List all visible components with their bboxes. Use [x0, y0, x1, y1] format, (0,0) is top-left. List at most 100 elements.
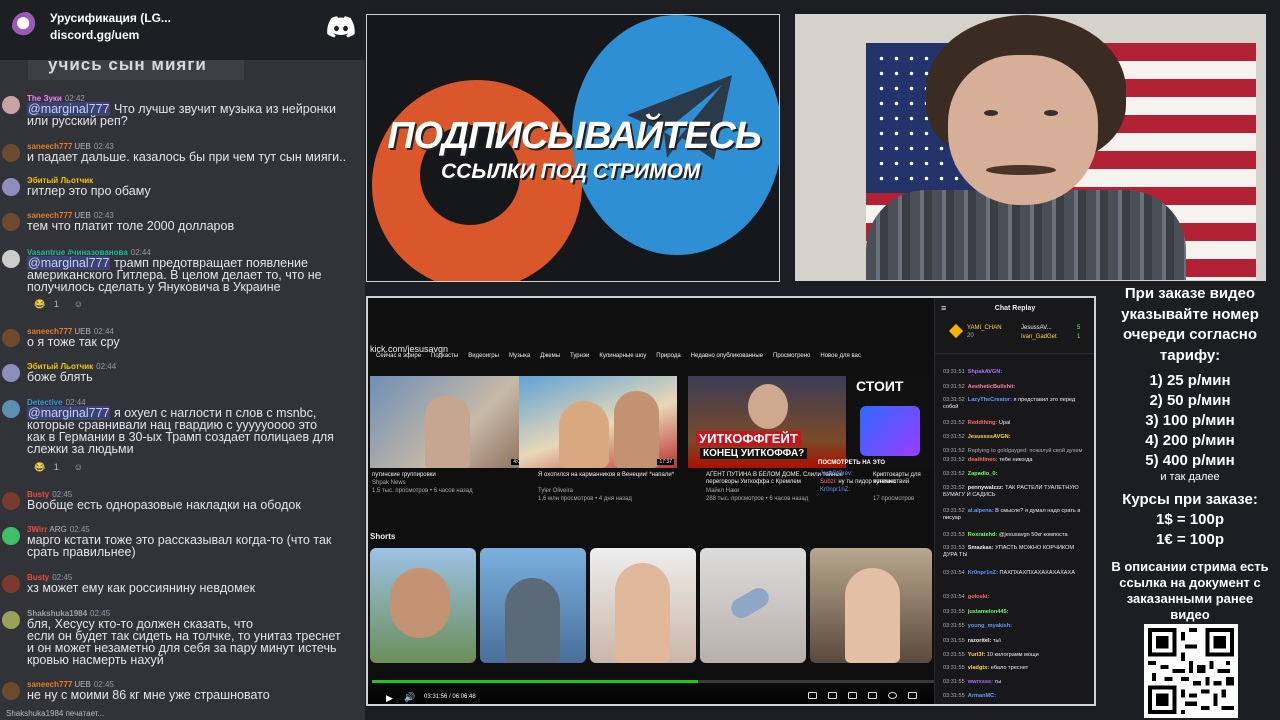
avatar	[2, 250, 20, 268]
person-figure	[845, 568, 900, 663]
more-icon[interactable]	[908, 692, 917, 699]
replay-user[interactable]: Replying to goldgayged:	[968, 448, 1028, 454]
add-reaction-icon[interactable]: ☺	[71, 462, 86, 473]
discord-logo-icon	[327, 16, 355, 38]
chip[interactable]: Новое для вас	[820, 353, 861, 359]
avatar	[2, 329, 20, 347]
replay-user[interactable]: AestheticBullshit:	[968, 384, 1016, 390]
invite-link[interactable]: discord.gg/uem	[50, 28, 139, 42]
replay-user[interactable]: vladgtx:	[968, 665, 989, 671]
replay-user[interactable]: ShpakAVGN:	[968, 369, 1002, 375]
discord-widget-header: Урусификация (LG... discord.gg/uem	[0, 0, 365, 60]
short-thumbnail[interactable]	[370, 548, 476, 663]
short-thumbnail[interactable]	[590, 548, 696, 663]
fullscreen-icon[interactable]	[868, 692, 877, 699]
chat-replay-title: Chat Replay	[994, 305, 1036, 312]
progress-bar[interactable]	[372, 680, 934, 683]
promo-title: ПОДПИСЫВАЙТЕСЬ	[387, 115, 762, 157]
replay-time: 03:31:51	[943, 369, 965, 375]
video-thumbnail[interactable]: УИТКОФФГЕЙТ КОНЕЦ УИТКОФФА?	[688, 376, 846, 468]
replay-time: 03:31:54	[943, 594, 965, 600]
replay-time: 03:31:53	[943, 532, 965, 538]
replay-user[interactable]: razoritel:	[968, 638, 992, 644]
short-thumbnail[interactable]	[700, 548, 806, 663]
replay-user[interactable]: al.alpena:	[968, 508, 994, 514]
chip[interactable]: Видеоигры	[468, 353, 499, 359]
chip[interactable]: Кулинарные шоу	[599, 353, 646, 359]
top-user[interactable]: YAMI_CHAN	[967, 325, 1002, 331]
chat-user: Subzi:	[820, 479, 837, 485]
avatar	[2, 611, 20, 629]
replay-user[interactable]: ArmanMC:	[968, 693, 996, 699]
person-figure	[748, 384, 788, 429]
replay-user[interactable]: Yuri3f:	[968, 652, 985, 658]
replay-message: 03:31:54 goloski:	[943, 594, 1089, 601]
tariff-item: 5) 400 р/мин	[1145, 452, 1235, 469]
server-name: Урусификация (LG...	[50, 11, 171, 25]
video-title[interactable]: путинские группировки	[372, 472, 532, 479]
chip[interactable]: Джемы	[540, 353, 560, 359]
play-icon[interactable]: ▶	[386, 693, 393, 704]
replay-time: 03:31:53	[943, 545, 965, 551]
replay-user[interactable]: pennywalzzz:	[968, 485, 1004, 491]
replay-time: 03:31:55	[943, 652, 965, 658]
channel-name[interactable]: Tyler Oliveira	[538, 488, 698, 495]
reaction-button[interactable]: 😂 1	[28, 299, 65, 310]
miniplayer-icon[interactable]	[828, 692, 837, 699]
top-user-value: 20	[967, 333, 974, 339]
tariff-item: 4) 200 р/мин	[1145, 432, 1235, 449]
replay-text: @jesusavgn 50кг компоста	[998, 532, 1068, 538]
video-thumbnail[interactable]: 4:05	[370, 376, 528, 468]
replay-message: 03:31:55 wwrxsss: ты	[943, 679, 1089, 686]
replay-user[interactable]: deathlineo:	[968, 457, 998, 463]
video-title[interactable]: Я охотился на карманников в Венеции! *на…	[538, 472, 678, 479]
top-user[interactable]: JesussAV...	[1021, 325, 1052, 331]
replay-time: 03:31:55	[943, 638, 965, 644]
chip[interactable]: Музыка	[509, 353, 530, 359]
theater-icon[interactable]	[848, 692, 857, 699]
video-meta: 1,5 тыс. просмотров • 6 часов назад	[372, 488, 473, 494]
settings-icon[interactable]	[888, 692, 897, 699]
person-figure	[615, 563, 670, 663]
chip[interactable]: Просмотрено	[773, 353, 810, 359]
replay-user[interactable]: wwrxsss:	[968, 679, 993, 685]
channel-name[interactable]: Shpak News	[372, 480, 532, 487]
replay-user[interactable]: Kr0npr1nZ:	[968, 570, 998, 576]
replay-user[interactable]: Zapadlo_0:	[968, 471, 998, 477]
replay-time: 03:31:52	[943, 397, 965, 403]
eye	[984, 110, 998, 116]
avatar	[2, 575, 20, 593]
short-thumbnail[interactable]	[810, 548, 932, 663]
chip[interactable]: Недавно опубликованные	[691, 353, 763, 359]
top-user-value: 1	[1077, 334, 1081, 340]
message-content: не ну с моими 86 кг мне уже страшновато	[27, 688, 270, 702]
chip[interactable]: Сейчас в эфире	[376, 353, 421, 359]
message-content: тем что платит толе 2000 долларов	[27, 219, 235, 233]
rate-eur: 1€ = 100р	[1156, 531, 1224, 548]
reaction-button[interactable]: 😂 1	[28, 462, 65, 473]
replay-user[interactable]: justamelon445:	[968, 609, 1009, 615]
replay-user[interactable]: LazyTheCreator:	[968, 397, 1012, 403]
replay-user[interactable]: JesussssAVGN:	[968, 434, 1011, 440]
replay-user[interactable]: Reddthing:	[968, 420, 998, 426]
replay-time: 03:31:55	[943, 609, 965, 615]
replay-user[interactable]: young_myakish:	[968, 623, 1012, 629]
volume-icon[interactable]: 🔊	[404, 692, 415, 703]
short-thumbnail[interactable]	[480, 548, 586, 663]
replay-text: 10 килограмм мощи	[986, 652, 1039, 658]
message-content: о я тоже так сру	[27, 335, 120, 349]
replay-user[interactable]: Roxratehd:	[968, 532, 998, 538]
chip[interactable]: Подкасты	[431, 353, 458, 359]
chip[interactable]: Природа	[656, 353, 680, 359]
replay-user[interactable]: Smazkas:	[968, 545, 994, 551]
chapters-icon[interactable]	[808, 692, 817, 699]
chip[interactable]: Турнэи	[570, 353, 589, 359]
reactions: 😂 1 ☺	[28, 299, 86, 310]
replay-user[interactable]: goloski:	[968, 594, 989, 600]
video-thumbnail[interactable]: СТОИТ	[852, 376, 934, 468]
tariff-item: 1) 25 р/мин	[1149, 372, 1231, 389]
top-user[interactable]: Ivan_GadGet	[1021, 334, 1057, 340]
reaction-count: 1	[53, 299, 59, 309]
add-reaction-icon[interactable]: ☺	[71, 299, 86, 310]
video-thumbnail[interactable]: 17:37	[519, 376, 677, 468]
